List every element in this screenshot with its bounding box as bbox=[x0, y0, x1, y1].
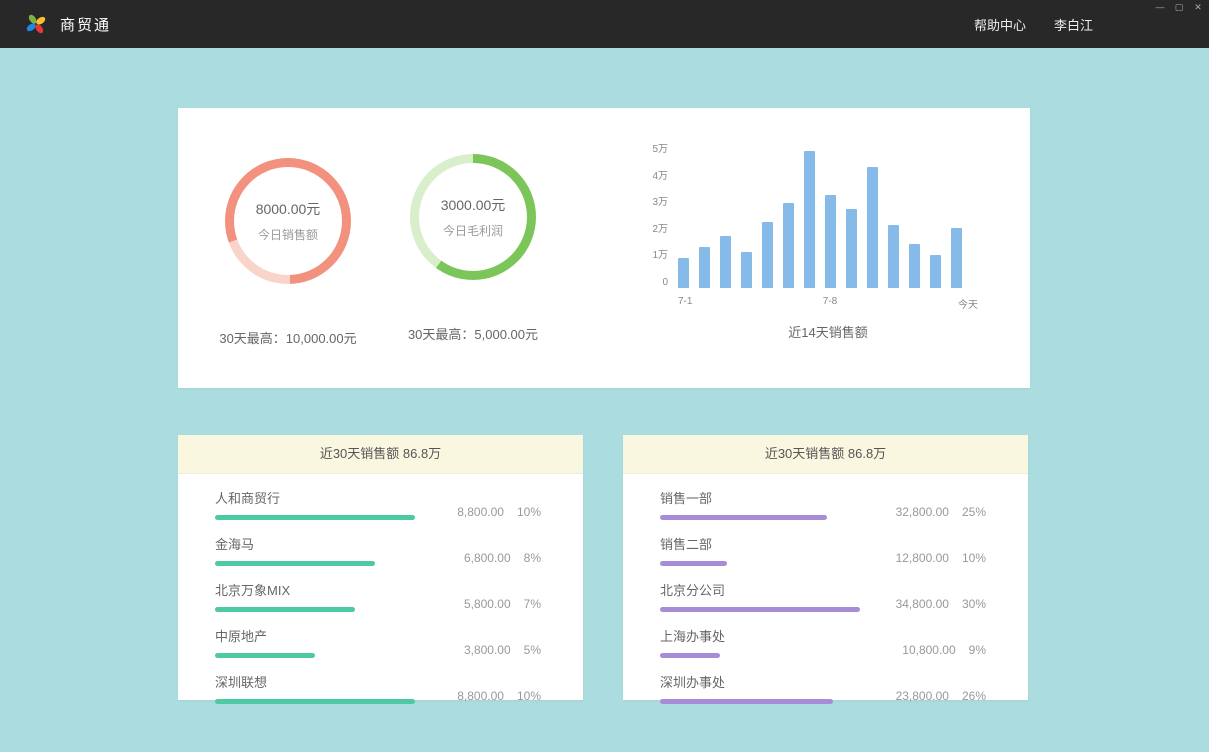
app-title: 商贸通 bbox=[60, 14, 111, 35]
y-tick: 1万 bbox=[652, 251, 668, 261]
y-tick: 3万 bbox=[652, 198, 668, 208]
bar-7-11 bbox=[888, 225, 899, 288]
today-profit-30d-max: 30天最高：5,000.00元 bbox=[393, 324, 553, 343]
bar-7-13 bbox=[930, 255, 941, 288]
bar-今天 bbox=[951, 228, 962, 288]
list-item: 销售一部 32,800.0025% bbox=[660, 488, 986, 520]
item-value: 5,800.007% bbox=[464, 597, 541, 612]
today-sales-value: 8000.00元 bbox=[256, 199, 321, 219]
item-name: 北京万象MIX bbox=[215, 580, 355, 599]
item-value: 10,800.009% bbox=[902, 643, 986, 658]
item-value: 6,800.008% bbox=[464, 551, 541, 566]
item-name: 上海办事处 bbox=[660, 626, 725, 645]
bar-chart-bars bbox=[678, 151, 978, 288]
item-name: 深圳办事处 bbox=[660, 672, 833, 691]
item-value: 8,800.0010% bbox=[457, 505, 541, 520]
item-name: 深圳联想 bbox=[215, 672, 415, 691]
maximize-icon[interactable]: ▢ bbox=[1174, 1, 1184, 13]
x-tick-mid: 7-8 bbox=[823, 296, 837, 307]
today-profit-value: 3000.00元 bbox=[441, 195, 506, 215]
bar-7-6 bbox=[783, 203, 794, 288]
bar-7-4 bbox=[741, 252, 752, 288]
list-item: 销售二部 12,800.0010% bbox=[660, 534, 986, 566]
item-value: 34,800.0030% bbox=[896, 597, 986, 612]
sales-14d-bar-chart: 5万 4万 3万 2万 1万 0 7-1 7-8 今天 近14天销售额 bbox=[638, 145, 998, 341]
item-progress-bar bbox=[660, 699, 833, 704]
titlebar: 商贸通 帮助中心 李白江 — ▢ ✕ bbox=[0, 0, 1209, 48]
bar-7-2 bbox=[699, 247, 710, 288]
item-progress-bar bbox=[660, 561, 727, 566]
x-tick-first: 7-1 bbox=[678, 296, 692, 307]
item-progress-bar bbox=[215, 561, 375, 566]
y-tick: 2万 bbox=[652, 225, 668, 235]
item-name: 中原地产 bbox=[215, 626, 315, 645]
list-item: 人和商贸行 8,800.0010% bbox=[215, 488, 541, 520]
bar-7-12 bbox=[909, 244, 920, 288]
list-item: 北京分公司 34,800.0030% bbox=[660, 580, 986, 612]
item-value: 3,800.005% bbox=[464, 643, 541, 658]
item-progress-bar bbox=[215, 699, 415, 704]
user-menu[interactable]: 李白江 bbox=[1054, 15, 1093, 34]
list-item: 中原地产 3,800.005% bbox=[215, 626, 541, 658]
topbar-nav: 帮助中心 李白江 bbox=[974, 15, 1093, 34]
today-sales-30d-max: 30天最高：10,000.00元 bbox=[208, 328, 368, 347]
customer-ranking-title: 近30天销售额 86.8万 bbox=[178, 435, 583, 474]
y-tick: 5万 bbox=[652, 145, 668, 155]
window-controls: — ▢ ✕ bbox=[1155, 1, 1203, 13]
item-progress-bar bbox=[660, 607, 860, 612]
list-item: 深圳联想 8,800.0010% bbox=[215, 672, 541, 704]
today-sales-label: 今日销售额 bbox=[258, 226, 318, 243]
item-name: 销售二部 bbox=[660, 534, 727, 553]
y-tick: 4万 bbox=[652, 172, 668, 182]
bar-7-3 bbox=[720, 236, 731, 288]
bar-7-8 bbox=[825, 195, 836, 288]
overview-card: 8000.00元 今日销售额 30天最高：10,000.00元 3000.00元… bbox=[178, 108, 1030, 388]
customer-ranking-list: 人和商贸行 8,800.0010% 金海马 6,800.008% 北京万象MIX 5,80… bbox=[178, 474, 583, 704]
item-name: 人和商贸行 bbox=[215, 488, 415, 507]
x-tick-last: 今天 bbox=[958, 296, 978, 311]
minimize-icon[interactable]: — bbox=[1155, 1, 1165, 13]
item-progress-bar bbox=[215, 607, 355, 612]
department-ranking-title: 近30天销售额 86.8万 bbox=[623, 435, 1028, 474]
bar-7-9 bbox=[846, 209, 857, 288]
item-progress-bar bbox=[660, 515, 827, 520]
y-tick: 0 bbox=[662, 278, 668, 288]
list-item: 金海马 6,800.008% bbox=[215, 534, 541, 566]
department-ranking-list: 销售一部 32,800.0025% 销售二部 12,800.0010% 北京分公司 34,… bbox=[623, 474, 1028, 704]
department-ranking-card: 近30天销售额 86.8万 销售一部 32,800.0025% 销售二部 12,800… bbox=[623, 435, 1028, 700]
item-progress-bar bbox=[660, 653, 720, 658]
list-item: 上海办事处 10,800.009% bbox=[660, 626, 986, 658]
list-item: 北京万象MIX 5,800.007% bbox=[215, 580, 541, 612]
item-name: 金海马 bbox=[215, 534, 375, 553]
app-logo-icon bbox=[24, 12, 48, 36]
help-center-link[interactable]: 帮助中心 bbox=[974, 15, 1026, 34]
item-name: 北京分公司 bbox=[660, 580, 860, 599]
today-profit-label: 今日毛利润 bbox=[443, 222, 503, 239]
item-value: 32,800.0025% bbox=[896, 505, 986, 520]
item-value: 12,800.0010% bbox=[896, 551, 986, 566]
today-profit-donut: 3000.00元 今日毛利润 30天最高：5,000.00元 bbox=[393, 154, 553, 343]
x-axis-labels: 7-1 7-8 今天 bbox=[678, 288, 978, 306]
item-value: 23,800.0026% bbox=[896, 689, 986, 704]
list-item: 深圳办事处 23,800.0026% bbox=[660, 672, 986, 704]
today-sales-donut: 8000.00元 今日销售额 30天最高：10,000.00元 bbox=[208, 158, 368, 347]
bar-7-7 bbox=[804, 151, 815, 288]
item-value: 8,800.0010% bbox=[457, 689, 541, 704]
bar-7-10 bbox=[867, 167, 878, 288]
customer-ranking-card: 近30天销售额 86.8万 人和商贸行 8,800.0010% 金海马 6,800.0… bbox=[178, 435, 583, 700]
bar-chart-title: 近14天销售额 bbox=[678, 322, 978, 341]
y-axis-labels: 5万 4万 3万 2万 1万 0 bbox=[638, 145, 678, 288]
close-icon[interactable]: ✕ bbox=[1193, 1, 1203, 13]
bar-7-5 bbox=[762, 222, 773, 288]
item-progress-bar bbox=[215, 515, 415, 520]
item-name: 销售一部 bbox=[660, 488, 827, 507]
bar-7-1 bbox=[678, 258, 689, 288]
item-progress-bar bbox=[215, 653, 315, 658]
